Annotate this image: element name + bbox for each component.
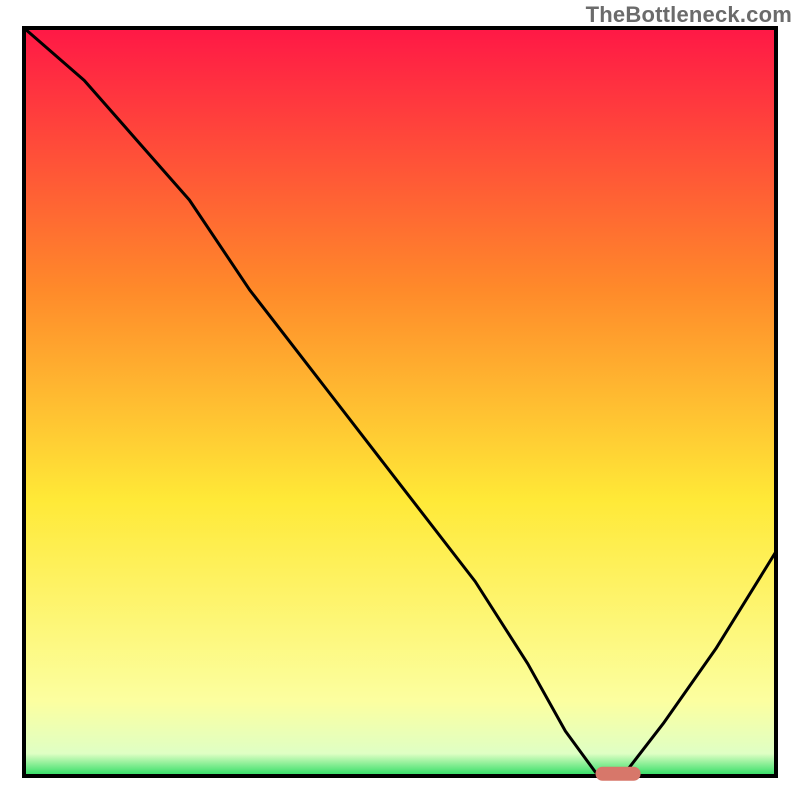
bottleneck-chart xyxy=(0,0,800,800)
watermark-text: TheBottleneck.com xyxy=(586,2,792,28)
optimal-range-marker xyxy=(596,767,641,781)
chart-container: TheBottleneck.com xyxy=(0,0,800,800)
